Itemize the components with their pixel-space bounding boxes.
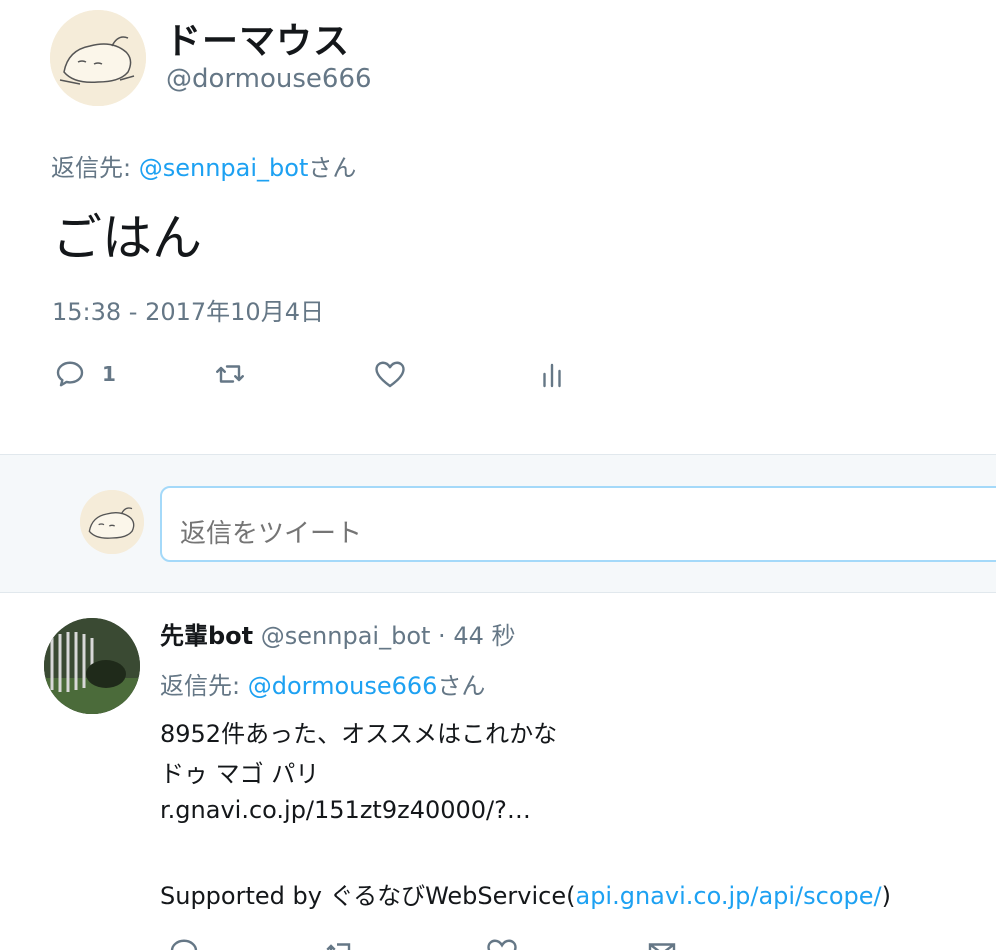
tweet-timestamp[interactable]: 15:38 - 2017年10月4日 xyxy=(52,292,324,327)
like-icon[interactable] xyxy=(484,934,520,950)
reply-input[interactable] xyxy=(160,486,996,562)
supported-by-prefix: Supported by ぐるなびWebService( xyxy=(160,882,576,910)
author-display-name[interactable]: ドーマウス xyxy=(165,12,350,64)
reply-text-line-4: Supported by ぐるなびWebService(api.gnavi.co… xyxy=(160,876,891,911)
reply-author-name[interactable]: 先輩bot xyxy=(160,622,253,650)
reply-to-prefix: 返信先: xyxy=(160,672,248,700)
retweet-icon xyxy=(216,365,244,383)
gnavi-link[interactable]: r.gnavi.co.jp/151zt9z40000/?… xyxy=(160,796,531,824)
reply-tweet-reply-to: 返信先: @dormouse666さん xyxy=(160,666,485,701)
like-button[interactable] xyxy=(372,356,408,392)
author-avatar[interactable] xyxy=(50,10,146,106)
dormouse-avatar-image xyxy=(80,490,144,554)
author-handle[interactable]: @dormouse666 xyxy=(166,64,372,94)
reply-author-avatar[interactable] xyxy=(44,618,140,714)
reply-to-line: 返信先: @sennpai_botさん xyxy=(51,148,356,183)
retweet-button[interactable] xyxy=(212,356,248,392)
reply-to-link[interactable]: @sennpai_bot xyxy=(139,154,309,182)
sennpai-avatar-image xyxy=(44,618,140,714)
reply-to-prefix: 返信先: xyxy=(51,154,139,182)
reply-time[interactable]: 44 秒 xyxy=(453,622,515,650)
reply-author-handle[interactable]: @sennpai_bot xyxy=(261,622,431,650)
current-user-avatar xyxy=(80,490,144,554)
reply-tweet-actions xyxy=(160,930,680,950)
dormouse-avatar-image xyxy=(50,10,146,106)
reply-text-line-2: ドゥ マゴ パリ xyxy=(160,760,320,788)
reply-icon[interactable] xyxy=(166,934,202,950)
reply-to-suffix: さん xyxy=(437,672,486,700)
api-link[interactable]: api.gnavi.co.jp/api/scope/ xyxy=(575,882,881,910)
reply-button[interactable]: 1 xyxy=(52,356,116,392)
reply-text-line-1: 8952件あった、オススメはこれかな xyxy=(160,720,558,748)
retweet-icon[interactable] xyxy=(322,934,358,950)
tweet-text: ごはん xyxy=(52,209,202,267)
analytics-button[interactable] xyxy=(534,356,570,392)
reply-separator: · xyxy=(430,622,454,650)
reply-to-link[interactable]: @dormouse666 xyxy=(248,672,438,700)
supported-by-suffix: ) xyxy=(881,882,891,910)
analytics-icon xyxy=(543,363,561,388)
reply-icon xyxy=(56,361,84,387)
reply-count: 1 xyxy=(102,362,116,386)
reply-header: 先輩bot @sennpai_bot · 44 秒 xyxy=(160,616,515,651)
like-icon xyxy=(375,361,405,388)
reply-to-suffix: さん xyxy=(308,154,357,182)
dm-icon[interactable] xyxy=(644,934,680,950)
